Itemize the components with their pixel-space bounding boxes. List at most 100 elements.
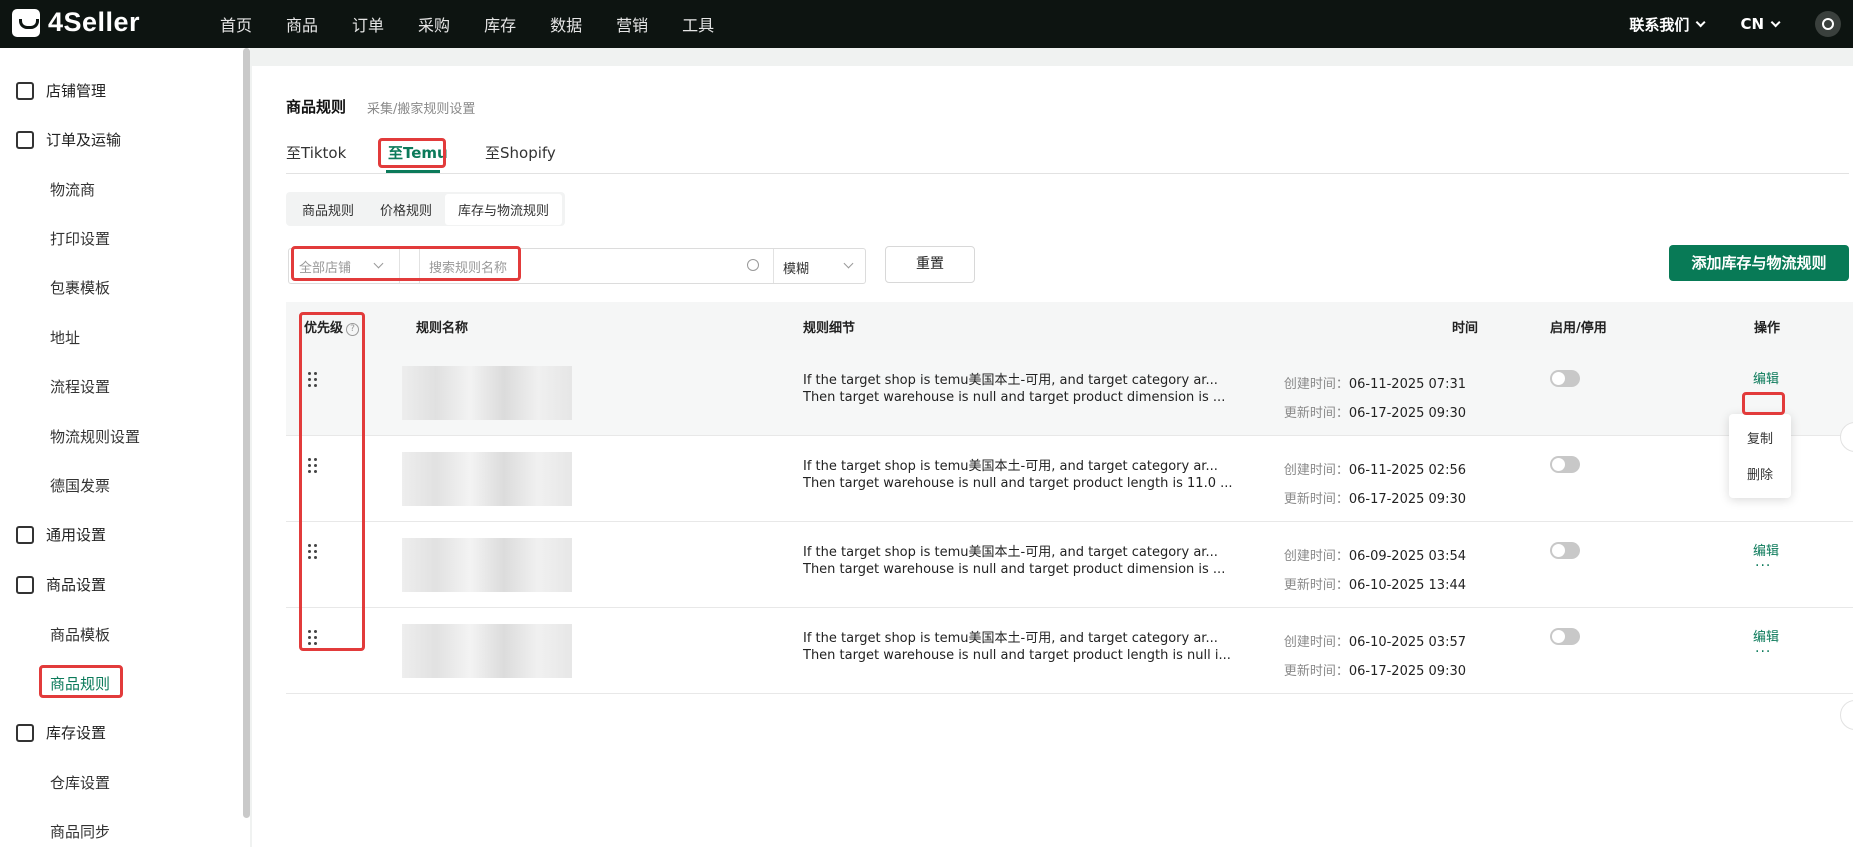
rule-time: 创建时间：06-09-2025 03:54 更新时间：06-10-2025 13:… xyxy=(1284,542,1466,600)
rule-detail-line: If the target shop is temu美国本土-可用, and t… xyxy=(803,459,1218,474)
drag-handle-icon[interactable] xyxy=(308,544,318,560)
tab-tiktok[interactable]: 至Tiktok xyxy=(286,142,346,163)
segment-price-rules[interactable]: 价格规则 xyxy=(367,194,445,225)
tab-shopify[interactable]: 至Shopify xyxy=(485,142,556,163)
segment-inventory-logistics-rules[interactable]: 库存与物流规则 xyxy=(445,193,563,225)
nav-purchase[interactable]: 采购 xyxy=(418,12,450,36)
reset-button[interactable]: 重置 xyxy=(885,246,975,283)
table-row: If the target shop is temu美国本土-可用, and t… xyxy=(286,436,1853,522)
language-menu[interactable]: CN xyxy=(1740,15,1781,33)
sidebar-item-logistics-rules[interactable]: 物流规则设置 xyxy=(50,426,140,447)
sidebar-item-flow-settings[interactable]: 流程设置 xyxy=(50,376,110,397)
sidebar-item-warehouse-settings[interactable]: 仓库设置 xyxy=(50,772,110,793)
created-time: 创建时间：06-10-2025 03:57 xyxy=(1284,628,1466,657)
match-mode-select[interactable]: 模糊 xyxy=(783,258,809,277)
sidebar-item-address[interactable]: 地址 xyxy=(50,327,80,348)
more-actions-button[interactable]: ··· xyxy=(1755,386,1771,402)
status-toggle[interactable] xyxy=(1550,456,1580,473)
drag-handle-icon[interactable] xyxy=(308,630,318,646)
header-status: 启用/停用 xyxy=(1550,321,1607,336)
rule-time: 创建时间：06-10-2025 03:57 更新时间：06-17-2025 09:… xyxy=(1284,628,1466,686)
nav-inventory[interactable]: 库存 xyxy=(484,12,516,36)
help-icon[interactable]: ? xyxy=(346,323,360,336)
nav-home[interactable]: 首页 xyxy=(220,12,252,36)
updated-value: 06-10-2025 13:44 xyxy=(1348,578,1466,593)
sidebar-label: 库存设置 xyxy=(46,724,107,742)
nav-orders[interactable]: 订单 xyxy=(352,12,384,36)
logo-text: 4Seller xyxy=(48,7,141,37)
chevron-down-icon xyxy=(843,258,854,269)
platform-tabs: 至Tiktok 至Temu 至Shopify xyxy=(286,140,1849,174)
rule-time: 创建时间：06-11-2025 02:56 更新时间：06-17-2025 09:… xyxy=(1284,456,1466,514)
drag-handle-icon[interactable] xyxy=(308,458,318,474)
segment-product-rules[interactable]: 商品规则 xyxy=(289,194,367,225)
top-bar: 4Seller 首页 商品 订单 采购 库存 数据 营销 工具 联系我们 CN xyxy=(0,0,1853,48)
updated-time: 更新时间：06-17-2025 09:30 xyxy=(1284,399,1466,428)
sidebar-item-logistics[interactable]: 物流商 xyxy=(50,179,95,200)
sidebar-item-product-template[interactable]: 商品模板 xyxy=(50,624,110,645)
sidebar-item-print-settings[interactable]: 打印设置 xyxy=(50,228,110,249)
rule-name-redacted xyxy=(402,624,572,678)
chevron-down-icon xyxy=(373,258,384,269)
table-row: If the target shop is temu美国本土-可用, and t… xyxy=(286,522,1853,608)
rule-detail: If the target shop is temu美国本土-可用, and t… xyxy=(803,458,1233,492)
sidebar-label: 店铺管理 xyxy=(46,82,107,100)
more-actions-button[interactable]: ··· xyxy=(1755,644,1771,660)
edit-link[interactable]: 编辑 xyxy=(1753,540,1779,559)
search-icon[interactable] xyxy=(747,259,759,271)
rule-time: 创建时间：06-11-2025 07:31 更新时间：06-17-2025 09:… xyxy=(1284,370,1466,428)
printer-icon xyxy=(16,525,34,544)
sidebar-store-mgmt[interactable]: 店铺管理 xyxy=(16,80,106,101)
store-icon xyxy=(16,81,34,100)
page-subtitle: 采集/搬家规则设置 xyxy=(367,102,476,117)
sidebar-product-settings[interactable]: 商品设置 xyxy=(16,574,106,595)
edit-link[interactable]: 编辑 xyxy=(1753,626,1779,645)
nav-products[interactable]: 商品 xyxy=(286,12,318,36)
created-label: 创建时间： xyxy=(1283,549,1349,564)
created-value: 06-11-2025 02:56 xyxy=(1348,463,1466,478)
contact-us-menu[interactable]: 联系我们 xyxy=(1629,14,1707,35)
status-toggle[interactable] xyxy=(1550,370,1580,387)
add-rule-button[interactable]: 添加库存与物流规则 xyxy=(1669,245,1849,281)
gear-icon[interactable] xyxy=(1815,11,1841,37)
shop-select[interactable]: 全部店铺 xyxy=(299,257,351,276)
sidebar-scrollbar[interactable] xyxy=(243,48,250,818)
sidebar-item-product-sync[interactable]: 商品同步 xyxy=(50,821,110,842)
sidebar-order-shipping[interactable]: 订单及运输 xyxy=(16,129,121,150)
nav-marketing[interactable]: 营销 xyxy=(616,12,648,36)
created-value: 06-09-2025 03:54 xyxy=(1348,549,1466,564)
logo[interactable]: 4Seller xyxy=(12,7,140,38)
divider xyxy=(399,249,400,283)
status-toggle[interactable] xyxy=(1550,628,1580,645)
sidebar-general-settings[interactable]: 通用设置 xyxy=(16,524,106,545)
tab-temu[interactable]: 至Temu xyxy=(388,142,448,163)
nav-tools[interactable]: 工具 xyxy=(682,12,714,36)
menu-item-delete[interactable]: 删除 xyxy=(1747,464,1773,483)
status-toggle[interactable] xyxy=(1550,542,1580,559)
sidebar-item-germany-invoice[interactable]: 德国发票 xyxy=(50,475,110,496)
more-actions-button[interactable]: ··· xyxy=(1755,558,1771,574)
search-input[interactable]: 搜索规则名称 xyxy=(429,257,507,276)
sidebar-label: 通用设置 xyxy=(46,526,107,544)
nav-data[interactable]: 数据 xyxy=(550,12,582,36)
header-label: 优先级 xyxy=(304,321,344,336)
sidebar-inventory-settings[interactable]: 库存设置 xyxy=(16,722,106,743)
edit-link[interactable]: 编辑 xyxy=(1753,368,1779,387)
divider xyxy=(419,249,420,283)
sidebar-item-product-rules[interactable]: 商品规则 xyxy=(50,673,110,694)
chevron-down-icon xyxy=(1696,16,1707,27)
created-label: 创建时间： xyxy=(1283,377,1349,392)
drag-handle-icon[interactable] xyxy=(308,372,318,388)
rule-detail-line: Then target warehouse is null and target… xyxy=(803,648,1231,663)
main-nav: 首页 商品 订单 采购 库存 数据 营销 工具 xyxy=(220,0,748,48)
rule-name-redacted xyxy=(402,452,572,506)
updated-value: 06-17-2025 09:30 xyxy=(1348,664,1466,679)
rule-detail: If the target shop is temu美国本土-可用, and t… xyxy=(803,630,1231,664)
chevron-down-icon xyxy=(1770,16,1781,27)
rule-detail: If the target shop is temu美国本土-可用, and t… xyxy=(803,372,1225,406)
table-header: 优先级? 规则名称 规则细节 时间 启用/停用 操作 xyxy=(286,302,1853,350)
created-label: 创建时间： xyxy=(1283,635,1349,650)
menu-item-copy[interactable]: 复制 xyxy=(1747,428,1773,447)
rule-detail: If the target shop is temu美国本土-可用, and t… xyxy=(803,544,1225,578)
sidebar-item-package-template[interactable]: 包裹模板 xyxy=(50,277,110,298)
